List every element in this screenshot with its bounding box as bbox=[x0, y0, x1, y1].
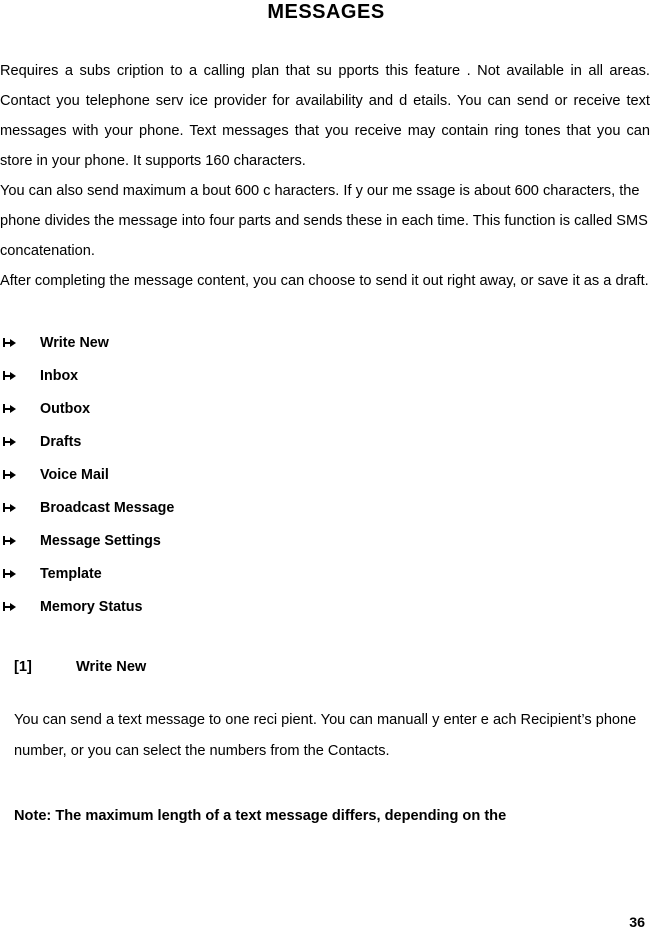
menu-item-label: Template bbox=[40, 565, 102, 582]
intro-paragraph-3: After completing the message content, yo… bbox=[0, 273, 649, 289]
menu-item-template[interactable]: Template bbox=[0, 557, 652, 590]
menu-item-outbox[interactable]: Outbox bbox=[0, 392, 652, 425]
arrow-bullet-icon bbox=[0, 601, 25, 613]
section-title: Write New bbox=[76, 659, 147, 675]
menu-item-voice-mail[interactable]: Voice Mail bbox=[0, 458, 652, 491]
menu-item-inbox[interactable]: Inbox bbox=[0, 359, 652, 392]
section-heading: [1] Write New bbox=[0, 659, 652, 675]
arrow-bullet-icon bbox=[0, 502, 25, 514]
menu-item-broadcast-message[interactable]: Broadcast Message bbox=[0, 491, 652, 524]
menu-item-drafts[interactable]: Drafts bbox=[0, 425, 652, 458]
arrow-bullet-icon bbox=[0, 403, 25, 415]
arrow-bullet-icon bbox=[0, 337, 25, 349]
menu-item-label: Message Settings bbox=[40, 532, 161, 549]
page-number: 36 bbox=[629, 915, 645, 931]
arrow-bullet-icon bbox=[0, 469, 25, 481]
document-page: MESSAGES Requires a subs cription to a c… bbox=[0, 0, 652, 937]
menu-item-write-new[interactable]: Write New bbox=[0, 326, 652, 359]
intro-paragraph-1: Requires a subs cription to a calling pl… bbox=[0, 63, 650, 169]
messages-menu-list: Write New Inbox Outbox Drafts Voice Mail bbox=[0, 326, 652, 623]
menu-item-label: Outbox bbox=[40, 400, 91, 417]
menu-item-message-settings[interactable]: Message Settings bbox=[0, 524, 652, 557]
intro-paragraph-2: You can also send maximum a bout 600 c h… bbox=[0, 183, 648, 259]
section-number: [1] bbox=[14, 659, 32, 675]
menu-item-label: Inbox bbox=[40, 367, 79, 384]
menu-item-label: Drafts bbox=[40, 433, 82, 450]
menu-item-label: Write New bbox=[40, 334, 109, 351]
page-title: MESSAGES bbox=[267, 1, 385, 23]
menu-item-label: Memory Status bbox=[40, 598, 143, 615]
arrow-bullet-icon bbox=[0, 568, 25, 580]
arrow-bullet-icon bbox=[0, 370, 25, 382]
arrow-bullet-icon bbox=[0, 535, 25, 547]
arrow-bullet-icon bbox=[0, 436, 25, 448]
note-text: Note: The maximum length of a text messa… bbox=[14, 808, 507, 824]
section-body-text: You can send a text message to one reci … bbox=[14, 712, 637, 759]
menu-item-label: Broadcast Message bbox=[40, 499, 175, 516]
intro-section: Requires a subs cription to a calling pl… bbox=[0, 56, 652, 296]
menu-item-memory-status[interactable]: Memory Status bbox=[0, 590, 652, 623]
menu-item-label: Voice Mail bbox=[40, 466, 109, 483]
